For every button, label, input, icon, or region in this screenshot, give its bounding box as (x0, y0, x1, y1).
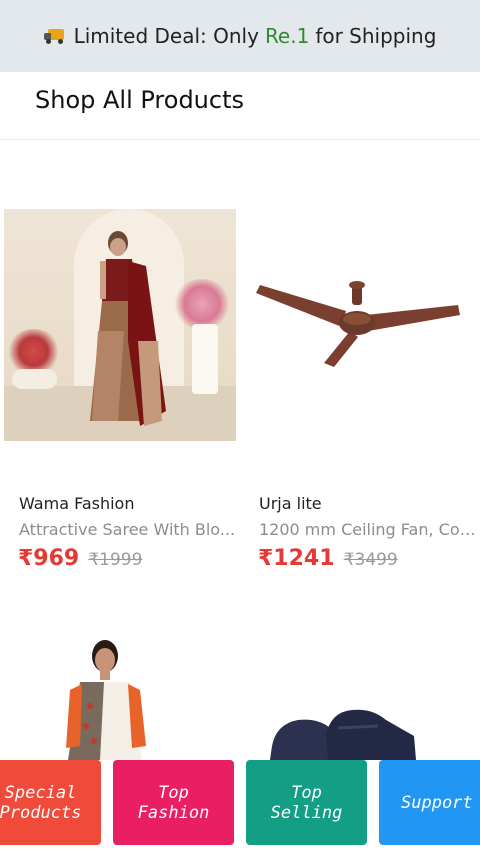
shoes-image[interactable] (268, 706, 418, 760)
product-description: Attractive Saree With Blo... (19, 520, 236, 539)
sale-price: ₹1241 (258, 546, 335, 571)
special-products-button[interactable]: Special Products (0, 760, 101, 845)
saree-image[interactable] (4, 209, 236, 441)
top-fashion-button[interactable]: Top Fashion (113, 760, 234, 845)
banner-prefix: Limited Deal: Only (73, 24, 259, 48)
product-brand: Urja lite (259, 494, 322, 513)
original-price: ₹1999 (88, 550, 143, 570)
promo-banner[interactable]: Limited Deal: Only Re.1 for Shipping (0, 0, 480, 72)
page-title: Shop All Products (35, 86, 245, 114)
kurti-image[interactable] (60, 636, 160, 760)
product-pricing: ₹969 ₹1999 (18, 546, 142, 571)
delivery-truck-icon (43, 28, 66, 44)
original-price: ₹3499 (343, 550, 398, 570)
support-button[interactable]: Support (379, 760, 480, 845)
product-card[interactable]: Urja lite 1200 mm Ceiling Fan, Cop... ₹1… (244, 209, 477, 571)
product-brand: Wama Fashion (19, 494, 135, 513)
banner-suffix: for Shipping (315, 24, 437, 48)
top-selling-button[interactable]: Top Selling (246, 760, 367, 845)
section-header: Shop All Products (0, 72, 480, 140)
banner-price: Re.1 (264, 24, 310, 48)
product-description: 1200 mm Ceiling Fan, Cop... (259, 520, 477, 539)
product-card[interactable]: Wama Fashion Attractive Saree With Blo..… (4, 209, 236, 571)
sale-price: ₹969 (18, 546, 80, 571)
ceiling-fan-image[interactable] (244, 209, 476, 441)
product-pricing: ₹1241 ₹3499 (258, 546, 398, 571)
